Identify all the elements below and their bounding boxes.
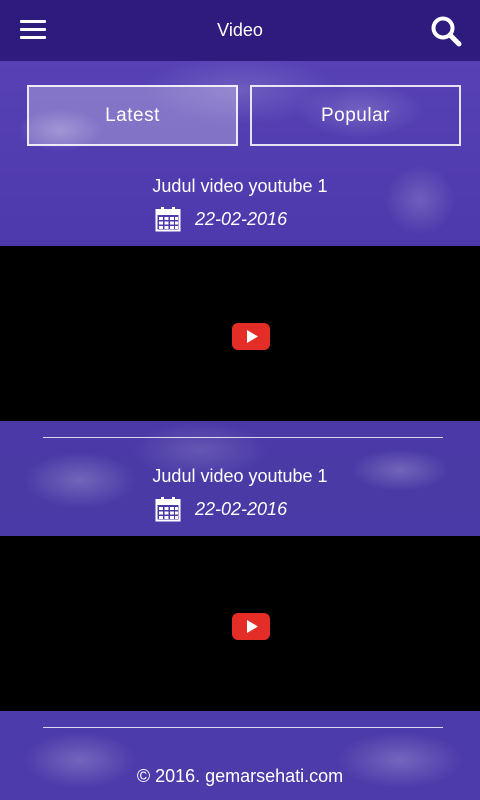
footer-copyright: © 2016. gemarsehati.com — [136, 766, 344, 786]
video-title[interactable]: Judul video youtube 1 — [0, 176, 480, 197]
video-player[interactable] — [0, 536, 480, 711]
tab-popular[interactable]: Popular — [250, 85, 461, 146]
search-icon[interactable] — [430, 15, 462, 47]
date-text: 22-02-2016 — [195, 498, 288, 519]
calendar-icon — [155, 207, 181, 232]
page-title: Video — [217, 20, 263, 40]
video-title[interactable]: Judul video youtube 1 — [0, 466, 480, 487]
youtube-play-icon[interactable] — [232, 613, 270, 640]
divider — [43, 727, 443, 728]
video-player[interactable] — [0, 246, 480, 421]
youtube-play-icon[interactable] — [232, 323, 270, 350]
video-date: 22-02-2016 — [155, 495, 287, 523]
date-text: 22-02-2016 — [195, 208, 288, 229]
top-app-bar: Video — [0, 0, 480, 61]
tab-latest[interactable]: Latest — [27, 85, 238, 146]
calendar-icon — [155, 497, 181, 522]
divider — [43, 437, 443, 438]
tab-bar: Latest Popular — [27, 85, 461, 146]
video-date: 22-02-2016 — [155, 205, 287, 233]
